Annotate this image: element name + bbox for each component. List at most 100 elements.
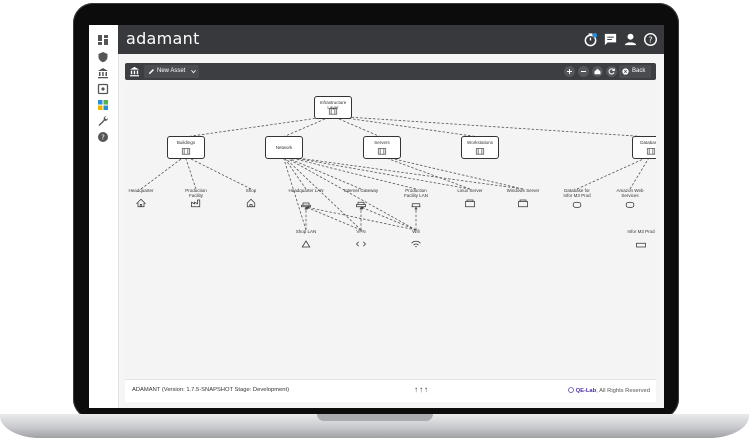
- asset-graph-canvas[interactable]: Infrastructure Layer Buildings Network Serv…: [125, 81, 656, 377]
- graph-node-workstations[interactable]: Workstations: [461, 136, 499, 159]
- graph-node-infra[interactable]: Infrastructure Layer: [314, 96, 352, 119]
- graph-edge-shop-buildings: [184, 155, 252, 190]
- graph-node-prodlan[interactable]: Production Facility LAN: [398, 188, 434, 210]
- graph-toolbar: New Asset Back: [125, 63, 656, 80]
- close-circle-icon: [622, 68, 629, 75]
- graph-node-label: VPN: [356, 229, 366, 234]
- graph-edge-linux-network: [282, 154, 471, 190]
- graph-node-label: Infor M3 Prod: [627, 229, 655, 234]
- asset-icon[interactable]: [97, 83, 109, 95]
- graph-node-db_infor[interactable]: Database for Infor M3 Prod: [559, 188, 595, 210]
- node-type-icon: [301, 240, 311, 248]
- node-type-icon: [636, 242, 646, 248]
- node-type-icon: [475, 148, 485, 155]
- node-type-icon: [411, 203, 421, 208]
- graph-edges: [140, 114, 651, 231]
- node-type-icon: [625, 201, 635, 208]
- graph-node-shop[interactable]: Shop: [233, 188, 269, 210]
- pencil-icon: [148, 69, 154, 75]
- new-asset-label: New Asset: [157, 68, 186, 74]
- back-label: Back: [632, 68, 646, 74]
- node-type-icon: [181, 148, 191, 155]
- graph-node-label: Servers: [374, 140, 390, 145]
- graph-edge-db_infor-databases: [576, 155, 651, 190]
- node-type-icon: [191, 199, 201, 208]
- node-type-icon: [356, 201, 366, 208]
- graph-node-network[interactable]: Network: [265, 136, 303, 159]
- help-icon[interactable]: ?: [97, 131, 109, 143]
- graph-node-label: Internet Gateway: [343, 188, 379, 193]
- graph-node-aws[interactable]: Amazon Web Services: [612, 188, 648, 210]
- back-button[interactable]: Back: [619, 65, 651, 78]
- graph-node-label: Windows Server: [506, 188, 540, 193]
- timer-icon[interactable]: [583, 32, 598, 47]
- graph-node-label: Linux Server: [457, 188, 483, 193]
- graph-node-gateway[interactable]: Internet Gateway: [343, 188, 379, 210]
- app-logo[interactable]: adamant: [126, 29, 200, 48]
- graph-edge-workstations-infra: [331, 114, 480, 138]
- version-text: ADAMANT (Version: 1.7.5-SNAPSHOT Stage: …: [132, 387, 290, 393]
- graph-edge-wifi-gateway: [360, 206, 417, 231]
- graph-node-servers[interactable]: Servers: [363, 136, 401, 159]
- home-icon: [594, 68, 601, 75]
- help-circle-icon[interactable]: ?: [643, 32, 658, 47]
- copyright-text: QE-Lab, All Rights Reserved: [568, 387, 650, 394]
- graph-node-hqlan[interactable]: Headquarter LAN: [288, 188, 324, 210]
- graph-node-wifi[interactable]: Wifi: [398, 229, 434, 251]
- svg-text:?: ?: [101, 134, 105, 142]
- refresh-button[interactable]: [606, 66, 617, 77]
- graph-node-shoplan[interactable]: Shop LAN: [288, 229, 324, 251]
- node-type-icon: [411, 240, 421, 248]
- copyright-icon: [568, 387, 574, 393]
- zoom-in-button[interactable]: [564, 66, 575, 77]
- node-type-icon: [646, 148, 656, 155]
- graph-node-label: Workstations: [467, 140, 493, 145]
- app-screen: ? adamant ? New Asset Back Infrastructur…: [89, 25, 664, 408]
- graph-node-label: Shop LAN: [295, 229, 317, 234]
- svg-text:?: ?: [648, 35, 652, 44]
- bank-icon[interactable]: [129, 66, 140, 77]
- node-type-icon: [246, 198, 256, 208]
- graph-node-label: Databases: [640, 140, 656, 145]
- graph-node-vpn[interactable]: VPN: [343, 229, 379, 251]
- graph-edge-hq-buildings: [140, 155, 186, 190]
- rights-text: , All Rights Reserved: [596, 388, 650, 394]
- graph-node-windows[interactable]: Windows Server: [505, 188, 541, 210]
- node-type-icon: [572, 201, 582, 208]
- dashboard-icon[interactable]: [97, 34, 109, 46]
- home-button[interactable]: [592, 66, 603, 77]
- graph-node-infor[interactable]: Infor M3 Prod: [623, 229, 656, 251]
- graph-edge-linux-servers: [380, 155, 471, 190]
- zoom-out-button[interactable]: [578, 66, 589, 77]
- graph-edge-buildings-infra: [184, 114, 333, 138]
- node-type-icon: [328, 108, 338, 115]
- app-footer: ADAMANT (Version: 1.7.5-SNAPSHOT Stage: …: [125, 379, 656, 402]
- graph-edge-windows-network: [282, 154, 524, 190]
- graph-node-label: Headquarter: [128, 188, 154, 193]
- graph-node-hq[interactable]: Headquarter: [125, 188, 159, 210]
- bank-icon[interactable]: [97, 67, 109, 79]
- graph-edge-vpn-hqlan: [305, 206, 362, 231]
- graph-node-databases[interactable]: Databases: [632, 136, 656, 159]
- new-asset-button[interactable]: New Asset: [144, 65, 199, 78]
- graph-node-linux[interactable]: Linux Server: [452, 188, 488, 210]
- shield-icon[interactable]: [97, 51, 109, 63]
- plus-icon: [567, 69, 572, 74]
- graph-node-prodfac[interactable]: Production Facility: [178, 188, 214, 210]
- header-actions: ?: [583, 31, 658, 47]
- node-type-icon: [518, 199, 528, 208]
- graph-node-label: Wifi: [412, 229, 420, 234]
- sidebar: ?: [89, 25, 119, 408]
- node-type-icon: [136, 198, 146, 208]
- graph-edge-gateway-network: [282, 155, 362, 190]
- graph-icon[interactable]: [97, 99, 109, 111]
- user-icon[interactable]: [623, 32, 638, 47]
- node-type-icon: [377, 148, 387, 155]
- graph-node-buildings[interactable]: Buildings: [167, 136, 205, 159]
- scroll-top-arrows[interactable]: ↑↑↑: [414, 385, 429, 394]
- chat-icon[interactable]: [603, 32, 618, 47]
- graph-edge-network-infra: [282, 115, 333, 138]
- node-type-icon: [355, 241, 367, 247]
- brand-name[interactable]: QE-Lab: [576, 388, 597, 394]
- wrench-icon[interactable]: [97, 115, 109, 127]
